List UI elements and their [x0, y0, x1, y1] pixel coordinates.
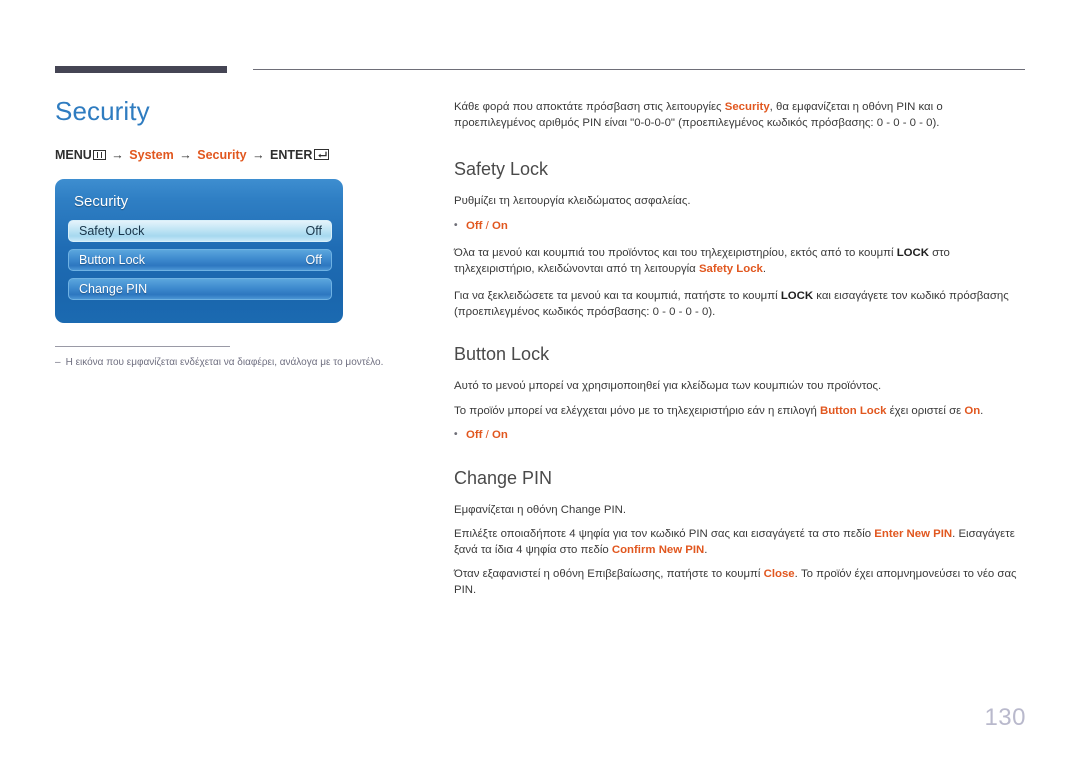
osd-row-change-pin[interactable]: Change PIN [68, 278, 332, 300]
heading-change-pin: Change PIN [454, 467, 553, 488]
button-lock-options-bullet: Off / On [454, 427, 1026, 444]
safety-lock-option-separator: / [482, 219, 492, 232]
menu-path-arrow-2: → [179, 148, 192, 162]
change-pin-p3-part1: Όταν εξαφανιστεί η οθόνη Επιβεβαίωσης, π… [454, 568, 764, 580]
menu-path-enter-label: ENTER [270, 148, 313, 162]
button-lock-p2-part3: . [980, 404, 984, 417]
menu-path-step-system: System [129, 148, 174, 162]
osd-row-value-button-lock: Off [305, 253, 322, 267]
safety-lock-p2-bold-lock: LOCK [896, 247, 929, 259]
safety-lock-p2-part3: . [762, 262, 767, 275]
intro-part1: Κάθε φορά που αποκτάτε πρόσβαση στις λει… [454, 101, 725, 113]
safety-lock-options-bullet: Off / On [454, 218, 1026, 235]
change-pin-p2-accent-confirm-new-pin: Confirm New PIN [611, 543, 705, 556]
button-lock-option-off: Off [466, 429, 483, 441]
change-pin-p2-part3: . [704, 543, 708, 556]
menu-path-step-security: Security [197, 148, 247, 162]
change-pin-p3-accent-close: Close [763, 568, 795, 580]
change-pin-paragraph-1: Εμφανίζεται η οθόνη Change PIN. [454, 503, 626, 516]
osd-row-value-safety-lock: Off [305, 224, 322, 238]
safety-lock-option-on: On [491, 219, 508, 232]
page-title: Security [55, 96, 150, 126]
safety-lock-paragraph-2: Όλα τα μενού και κουμπιά του προϊόντος κ… [454, 246, 1026, 277]
menu-grid-icon [92, 150, 106, 160]
button-lock-p2-part1: Το προϊόν μπορεί να ελέγχεται μόνο με το… [454, 404, 820, 417]
osd-panel-title: Security [74, 193, 129, 210]
intro-accent-security: Security [724, 101, 770, 113]
safety-lock-option-off: Off [466, 219, 483, 232]
menu-path-menu-label: MENU [55, 148, 92, 162]
change-pin-paragraph-2: Επιλέξτε οποιαδήποτε 4 ψηφία για τον κωδ… [454, 527, 1026, 558]
change-pin-p2-part1: Επιλέξτε οποιαδήποτε 4 ψηφία για τον κωδ… [454, 528, 875, 540]
safety-lock-description: Ρυθμίζει τη λειτουργία κλειδώματος ασφαλ… [454, 195, 691, 207]
change-pin-p2-accent-enter-new-pin: Enter New PIN [874, 528, 953, 540]
page-header-rules [0, 0, 1080, 80]
osd-row-label-button-lock: Button Lock [79, 253, 146, 267]
button-lock-description: Αυτό το μενού μπορεί να χρησιμοποιηθεί γ… [454, 380, 882, 392]
osd-row-safety-lock[interactable]: Safety Lock Off [68, 220, 332, 242]
right-column: Κάθε φορά που αποκτάτε πρόσβαση στις λει… [454, 100, 1026, 610]
safety-lock-p3-part1: Για να ξεκλειδώσετε τα μενού και τα κουμ… [454, 290, 781, 302]
footnote-dash: – [55, 357, 61, 368]
safety-lock-p2-part1: Όλα τα μενού και κουμπιά του προϊόντος κ… [454, 247, 897, 259]
heading-button-lock: Button Lock [454, 344, 550, 364]
footnote-text: Η εικόνα που εμφανίζεται ενδέχεται να δι… [65, 357, 384, 368]
header-thick-bar [55, 66, 227, 73]
menu-path-arrow-1: → [111, 148, 124, 162]
osd-row-button-lock[interactable]: Button Lock Off [68, 249, 332, 271]
intro-paragraph: Κάθε φορά που αποκτάτε πρόσβαση στις λει… [454, 100, 1026, 131]
header-thin-rule [253, 69, 1025, 70]
safety-lock-p2-accent: Safety Lock [698, 262, 763, 275]
button-lock-p2-part2: έχει οριστεί σε [886, 404, 965, 417]
osd-row-label-change-pin: Change PIN [79, 282, 148, 296]
osd-row-label-safety-lock: Safety Lock [79, 224, 145, 238]
safety-lock-p3-bold-lock: LOCK [780, 290, 814, 302]
button-lock-option-on: On [491, 429, 508, 441]
button-lock-p2-accent-on: On [964, 404, 981, 417]
enter-key-icon [314, 149, 330, 160]
button-lock-p2-accent-button-lock: Button Lock [819, 404, 887, 417]
heading-safety-lock: Safety Lock [454, 159, 549, 179]
button-lock-option-separator: / [482, 429, 492, 441]
safety-lock-paragraph-3: Για να ξεκλειδώσετε τα μενού και τα κουμ… [454, 289, 1026, 320]
menu-path-breadcrumb: MENU → System → Security → ENTER [55, 147, 415, 163]
footnote: – Η εικόνα που εμφανίζεται ενδέχεται να δ… [55, 356, 415, 370]
footnote-divider [55, 346, 230, 347]
left-column: Security MENU → System → Security → ENTE… [55, 96, 415, 370]
menu-path-arrow-3: → [252, 148, 265, 162]
button-lock-paragraph-2: Το προϊόν μπορεί να ελέγχεται μόνο με το… [454, 404, 1026, 420]
change-pin-paragraph-3: Όταν εξαφανιστεί η οθόνη Επιβεβαίωσης, π… [454, 567, 1026, 598]
osd-security-panel: Security Safety Lock Off Button Lock Off… [55, 179, 343, 323]
page-number: 130 [984, 704, 1026, 731]
